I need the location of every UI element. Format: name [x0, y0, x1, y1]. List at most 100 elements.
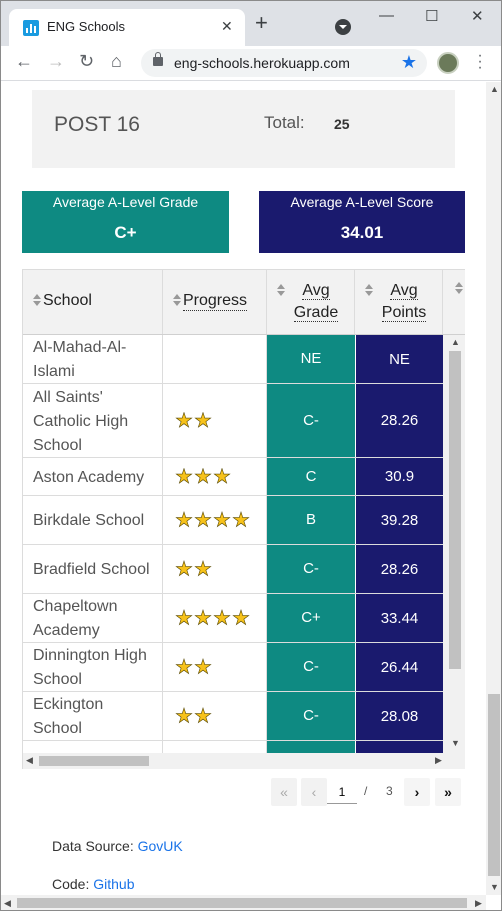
page-content: POST 16 Total: 25 Average A-Level Grade … — [1, 82, 486, 895]
header-avg-grade[interactable]: Avg Grade — [267, 270, 355, 334]
url-text[interactable]: eng-schools.herokuapp.com — [174, 55, 350, 71]
header-avg-points[interactable]: Avg Points — [355, 270, 443, 334]
avg-grade-cell: C- — [267, 384, 355, 457]
avg-score-value: 34.01 — [340, 223, 384, 242]
avg-points-cell: 26.44 — [355, 643, 443, 691]
progress-cell — [163, 458, 267, 495]
tab-title: ENG Schools — [47, 19, 126, 34]
avg-grade-cell: NE — [267, 335, 355, 383]
sort-icon[interactable] — [173, 294, 181, 306]
page-total: 3 — [386, 784, 393, 798]
avg-points-cell: 30.9 — [355, 458, 443, 495]
kebab-menu-icon[interactable]: · · · — [475, 48, 485, 76]
avg-grade-cell: C+ — [267, 594, 355, 642]
address-bar[interactable]: eng-schools.herokuapp.com ★ — [141, 49, 427, 77]
table-row[interactable]: All Saints' Catholic High School C- 28.26 — [23, 384, 465, 458]
github-link[interactable]: Github — [93, 876, 134, 892]
avg-score-card: Average A-Level Score 34.01 — [259, 191, 465, 253]
avg-grade-cell: C — [267, 458, 355, 495]
maximize-button[interactable]: ☐ — [425, 7, 438, 25]
page-vertical-scrollbar[interactable]: ▲ ▼ — [486, 82, 501, 895]
browser-window: ENG Schools ✕ + — ☐ ✕ ← → ↻ ⌂ eng-school… — [0, 0, 502, 911]
star-icon — [194, 560, 213, 578]
sort-icon[interactable] — [455, 282, 463, 294]
close-tab-icon[interactable]: ✕ — [221, 18, 233, 35]
next-page-button[interactable]: › — [404, 778, 430, 806]
govuk-link[interactable]: GovUK — [138, 838, 183, 854]
star-icon — [194, 658, 213, 676]
schools-table: School Progress Avg Grade Avg Points Al-… — [22, 269, 465, 769]
total-value: 25 — [334, 116, 350, 132]
star-icon — [175, 411, 194, 430]
star-icon — [213, 609, 232, 627]
star-icon — [232, 511, 251, 529]
data-source-line: Data Source: GovUK — [52, 838, 183, 854]
star-icon — [194, 411, 213, 430]
header-extra[interactable] — [443, 270, 465, 334]
school-name-cell: Eckington School — [23, 692, 163, 740]
avg-grade-label: Average A-Level Grade — [52, 194, 199, 210]
table-row[interactable]: Bradfield School C- 28.26 — [23, 545, 465, 594]
school-name-cell: Bradfield School — [23, 545, 163, 593]
progress-cell — [163, 335, 267, 383]
avg-points-cell: 28.26 — [355, 545, 443, 593]
school-name-cell: Chapeltown Academy — [23, 594, 163, 642]
avg-points-cell: 28.26 — [355, 384, 443, 457]
new-tab-button[interactable]: + — [255, 12, 268, 34]
back-arrow-icon[interactable]: ← — [15, 51, 33, 72]
table-row[interactable]: Eckington School C- 28.08 — [23, 692, 465, 741]
star-icon — [194, 707, 213, 725]
bookmark-star-icon[interactable]: ★ — [401, 52, 417, 73]
profile-avatar[interactable] — [437, 52, 459, 74]
table-row[interactable]: Birkdale School B 39.28 — [23, 496, 465, 545]
window-close-button[interactable]: ✕ — [471, 7, 484, 25]
forward-arrow-icon[interactable]: → — [47, 51, 65, 72]
progress-cell — [163, 643, 267, 691]
table-row[interactable]: Chapeltown Academy C+ 33.44 — [23, 594, 465, 643]
table-row[interactable]: Al-Mahad-Al-Islami NE NE — [23, 335, 465, 384]
table-body: Al-Mahad-Al-Islami NE NE All Saints' Cathol… — [23, 335, 465, 755]
browser-tab[interactable]: ENG Schools ✕ — [9, 9, 245, 46]
code-line: Code: Github — [52, 876, 135, 892]
prev-page-button[interactable]: ‹ — [301, 778, 327, 806]
star-icon — [232, 609, 251, 627]
post16-card: POST 16 Total: 25 — [32, 90, 455, 168]
table-row[interactable]: Dinnington High School C- 26.44 — [23, 643, 465, 692]
school-name-cell: All Saints' Catholic High School — [23, 384, 163, 457]
page-separator: / — [364, 784, 368, 798]
star-icon — [175, 511, 194, 529]
avg-grade-cell: C- — [267, 692, 355, 740]
table-header: School Progress Avg Grade Avg Points — [23, 269, 465, 335]
star-icon — [175, 707, 194, 725]
last-page-button[interactable]: » — [435, 778, 461, 806]
sort-icon[interactable] — [33, 294, 41, 306]
avg-grade-cell: B — [267, 496, 355, 544]
page-number-input[interactable] — [327, 780, 357, 804]
sort-icon[interactable] — [277, 284, 285, 296]
avg-points-cell: 39.28 — [355, 496, 443, 544]
avg-points-cell: 28.08 — [355, 692, 443, 740]
header-school[interactable]: School — [23, 270, 163, 334]
table-horizontal-scrollbar[interactable]: ◀ ▶ — [23, 753, 465, 769]
avg-grade-cell: C- — [267, 545, 355, 593]
lock-icon[interactable] — [153, 52, 163, 66]
progress-cell — [163, 692, 267, 740]
star-icon — [213, 467, 232, 486]
post16-heading: POST 16 — [54, 113, 140, 136]
home-icon[interactable]: ⌂ — [111, 51, 122, 72]
table-row[interactable]: Aston Academy C 30.9 — [23, 458, 465, 496]
avg-score-label: Average A-Level Score — [290, 194, 434, 210]
table-vertical-scrollbar[interactable]: ▲ ▼ — [443, 335, 465, 755]
star-icon — [213, 511, 232, 529]
minimize-button[interactable]: — — [379, 7, 394, 24]
tab-search-icon[interactable] — [335, 19, 351, 35]
sort-icon[interactable] — [365, 284, 373, 296]
star-icon — [194, 609, 213, 627]
page-horizontal-scrollbar[interactable]: ◀ ▶ — [1, 895, 486, 910]
avg-grade-value: C+ — [114, 223, 137, 242]
reload-icon[interactable]: ↻ — [79, 51, 94, 72]
first-page-button[interactable]: « — [271, 778, 297, 806]
header-progress[interactable]: Progress — [163, 270, 267, 334]
star-icon — [175, 560, 194, 578]
school-name-cell: Dinnington High School — [23, 643, 163, 691]
